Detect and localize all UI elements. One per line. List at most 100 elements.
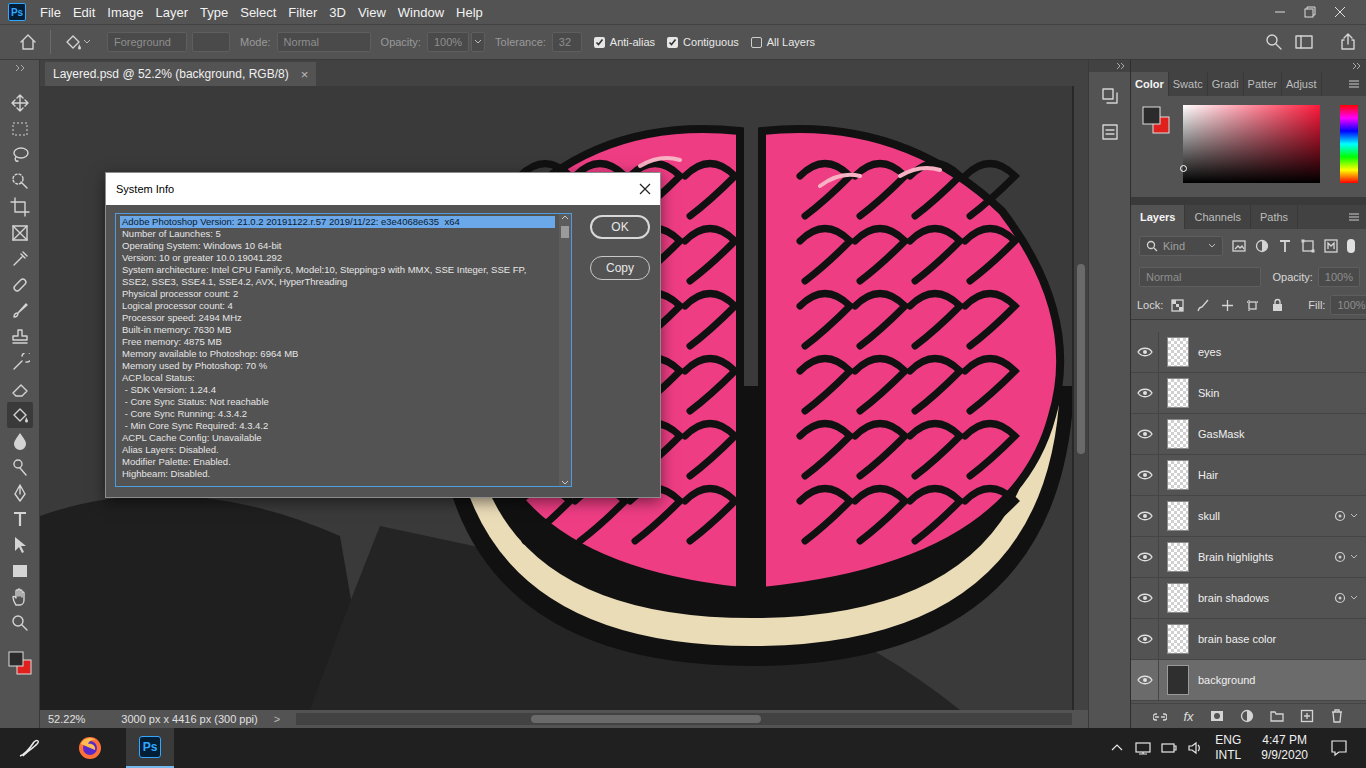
menu-item[interactable]: Window <box>392 5 450 20</box>
scroll-thumb[interactable] <box>531 715 761 723</box>
scroll-up-icon[interactable] <box>560 214 570 222</box>
tool-button[interactable] <box>7 116 33 142</box>
checkbox-label[interactable]: Contiguous <box>683 36 739 48</box>
info-line[interactable]: - Core Sync Running: 4.3.4.2 <box>120 408 555 420</box>
link-icon[interactable] <box>1153 709 1167 723</box>
info-line[interactable]: Adobe Photoshop Version: 21.0.2 20191122… <box>120 216 555 228</box>
close-icon[interactable] <box>1334 6 1346 18</box>
checkbox[interactable] <box>594 37 605 48</box>
info-line[interactable]: Built-in memory: 7630 MB <box>120 324 555 336</box>
opacity-dropdown[interactable] <box>471 32 485 52</box>
text-scrollbar[interactable] <box>559 214 571 486</box>
taskbar-app[interactable] <box>66 728 114 768</box>
expand-icon[interactable] <box>1350 513 1358 519</box>
mask-icon[interactable] <box>1210 709 1224 723</box>
notifications-icon[interactable] <box>1330 739 1348 757</box>
workspace-icon[interactable] <box>1294 32 1314 52</box>
menu-item[interactable]: Layer <box>150 5 195 20</box>
info-line[interactable]: Processor speed: 2494 MHz <box>120 312 555 324</box>
tool-button[interactable] <box>7 350 33 376</box>
tool-button[interactable] <box>7 454 33 480</box>
layer-row[interactable]: skull <box>1131 496 1366 537</box>
layer-row[interactable]: Skin <box>1131 373 1366 414</box>
menu-item[interactable]: View <box>352 5 392 20</box>
filter-toggle[interactable] <box>1347 239 1355 253</box>
blend-mode-select[interactable]: Normal <box>1139 267 1261 287</box>
opacity-field[interactable]: 100% <box>1318 267 1360 287</box>
menu-icon[interactable] <box>1348 79 1360 89</box>
tool-button[interactable] <box>7 142 33 168</box>
tool-button[interactable] <box>7 220 33 246</box>
menu-item[interactable]: Edit <box>67 5 101 20</box>
keyboard-layout[interactable]: ENGINTL <box>1215 733 1241 763</box>
search-icon[interactable] <box>1264 32 1284 52</box>
info-line[interactable]: SSE2, SSE3, SSE4.1, SSE4.2, AVX, HyperTh… <box>120 276 555 288</box>
panel-menu[interactable] <box>1348 205 1366 229</box>
tool-button[interactable] <box>7 428 33 454</box>
vertical-scrollbar[interactable] <box>1074 86 1088 710</box>
restore-icon[interactable] <box>1304 6 1316 18</box>
scroll-thumb[interactable] <box>561 226 569 238</box>
horizontal-scrollbar[interactable] <box>296 713 1072 725</box>
info-line[interactable]: Alias Layers: Disabled. <box>120 444 555 456</box>
lock-position-icon[interactable] <box>1221 299 1234 312</box>
fill-field[interactable]: 100% <box>1330 295 1366 315</box>
info-line[interactable]: - SDK Version: 1.24.4 <box>120 384 555 396</box>
lock-all-icon[interactable] <box>1271 298 1284 312</box>
properties-panel-icon[interactable] <box>1100 122 1120 142</box>
clock[interactable]: 4:47 PM9/9/2020 <box>1261 733 1308 763</box>
layer-row[interactable]: brain shadows <box>1131 578 1366 619</box>
volume-icon[interactable] <box>1187 740 1203 756</box>
new-layer-icon[interactable] <box>1300 709 1314 723</box>
info-line[interactable]: - Core Sync Status: Not reachable <box>120 396 555 408</box>
panel-tab[interactable]: Paths <box>1251 205 1298 229</box>
lock-artboard-icon[interactable] <box>1246 299 1259 312</box>
visibility-toggle[interactable] <box>1131 537 1159 578</box>
dialog-button[interactable]: OK <box>590 215 650 239</box>
adjustment-filter-icon[interactable] <box>1255 239 1269 253</box>
menu-item[interactable]: Type <box>194 5 234 20</box>
panel-menu[interactable] <box>1348 72 1366 96</box>
visibility-toggle[interactable] <box>1131 373 1159 414</box>
info-line[interactable]: Modifier Palette: Enabled. <box>120 456 555 468</box>
info-line[interactable]: System architecture: Intel CPU Family:6,… <box>120 264 555 276</box>
visibility-toggle[interactable] <box>1131 496 1159 537</box>
menu-item[interactable]: Help <box>450 5 489 20</box>
panel-tab[interactable]: Patter <box>1244 72 1282 96</box>
collapse-icon[interactable] <box>1116 62 1126 70</box>
visibility-toggle[interactable] <box>1131 414 1159 455</box>
color-field[interactable] <box>1183 105 1320 183</box>
history-panel-icon[interactable] <box>1100 86 1120 106</box>
dropdown-caret-icon[interactable] <box>83 39 91 45</box>
opacity-field[interactable]: 100% <box>427 32 469 52</box>
paint-bucket-icon[interactable] <box>63 32 83 52</box>
panel-tab[interactable]: Gradi <box>1208 72 1244 96</box>
panel-tab[interactable]: Channels <box>1185 205 1250 229</box>
network-icon[interactable] <box>1135 740 1151 756</box>
trash-icon[interactable] <box>1330 709 1344 723</box>
color-swatches-icon[interactable] <box>7 650 33 676</box>
tool-button[interactable] <box>7 246 33 272</box>
filter-kind-select[interactable]: Kind <box>1139 236 1223 256</box>
tool-button[interactable] <box>7 324 33 350</box>
add-style-button[interactable]: fx <box>1183 709 1193 724</box>
menu-item[interactable]: File <box>34 5 67 20</box>
tolerance-field[interactable]: 32 <box>552 32 582 52</box>
panel-tab[interactable]: Layers <box>1131 205 1185 229</box>
info-line[interactable]: ACP.local Status: <box>120 372 555 384</box>
visibility-toggle[interactable] <box>1131 619 1159 660</box>
panel-tab[interactable]: Swatc <box>1169 72 1208 96</box>
layer-row[interactable]: eyes <box>1131 332 1366 373</box>
pattern-select[interactable] <box>192 32 230 52</box>
tool-button[interactable] <box>7 584 33 610</box>
info-line[interactable]: - Min Core Sync Required: 4.3.4.2 <box>120 420 555 432</box>
info-line[interactable]: Memory used by Photoshop: 70 % <box>120 360 555 372</box>
checkbox-label[interactable]: Anti-alias <box>610 36 655 48</box>
tool-button[interactable] <box>7 480 33 506</box>
mode-select[interactable]: Normal <box>277 32 371 52</box>
info-line[interactable]: Logical processor count: 4 <box>120 300 555 312</box>
collapse-icon[interactable] <box>14 64 26 72</box>
share-icon[interactable] <box>1338 32 1358 52</box>
tool-button[interactable] <box>7 298 33 324</box>
menu-item[interactable]: Filter <box>282 5 323 20</box>
